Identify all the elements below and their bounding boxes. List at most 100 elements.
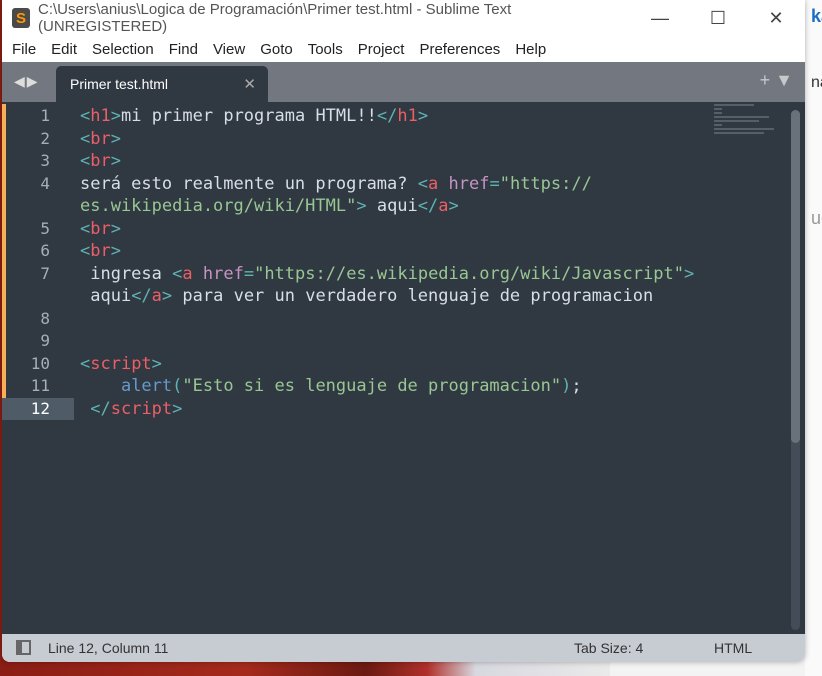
code-line[interactable]: 6 <br> xyxy=(2,240,694,263)
code-line[interactable]: 4 será esto realmente un programa? <a hre… xyxy=(2,173,694,196)
line-number: 2 xyxy=(40,128,50,148)
line-number: 3 xyxy=(40,151,50,170)
code-line[interactable]: 7 ingresa <a href="https://es.wikipedia.… xyxy=(2,263,694,286)
tab-close-icon[interactable]: ✕ xyxy=(243,75,256,93)
menu-view[interactable]: View xyxy=(213,41,245,58)
scrollbar-thumb[interactable] xyxy=(791,110,800,443)
code-line[interactable]: 2 <br> xyxy=(2,128,694,151)
new-tab-and-tab-list-icons[interactable]: + ▼ xyxy=(760,70,793,91)
code-token: para ver un verdadero lenguaje de progra… xyxy=(172,286,654,306)
code-line[interactable]: 8 xyxy=(2,308,694,331)
code-token: > xyxy=(356,196,367,216)
code-token: > xyxy=(110,151,121,171)
line-text: <br> xyxy=(74,218,121,241)
line-number xyxy=(2,195,74,218)
code-line[interactable]: es.wikipedia.org/wiki/HTML"> aqui</a> xyxy=(2,195,694,218)
line-text: ingresa <a href="https://es.wikipedia.or… xyxy=(74,263,694,286)
line-number: 6 xyxy=(40,241,50,260)
code-line[interactable]: 3 <br> xyxy=(2,150,694,173)
code-editor[interactable]: 1 <h1>mi primer programa HTML!!</h1> 2 <br>… xyxy=(2,102,805,634)
window-title: C:\Users\anius\Logica de Programación\Pr… xyxy=(38,1,512,35)
code-token: < xyxy=(80,353,91,374)
minimize-button[interactable]: — xyxy=(631,8,689,29)
line-text: aqui</a> para ver un verdadero lenguaje … xyxy=(74,285,653,308)
code-token: a xyxy=(428,173,439,194)
line-number: 7 xyxy=(40,263,50,283)
menu-selection[interactable]: Selection xyxy=(92,41,154,58)
code-token: href xyxy=(448,173,490,194)
menu-goto[interactable]: Goto xyxy=(260,41,293,58)
code-token: mi primer programa HTML!! xyxy=(120,106,377,126)
code-token: "Esto si es lenguaje de programacion" xyxy=(182,376,562,396)
code-token: "https:// xyxy=(499,173,592,194)
code-token: ; xyxy=(571,376,582,396)
line-text: <script> xyxy=(74,353,162,376)
code-token: ( xyxy=(172,376,183,396)
code-token: > xyxy=(110,218,121,239)
code-token: < xyxy=(80,128,91,149)
vertical-scrollbar[interactable] xyxy=(791,110,800,630)
menu-help[interactable]: Help xyxy=(515,41,546,58)
line-text: </script> xyxy=(74,398,182,421)
code-token: br xyxy=(90,151,111,171)
code-token: a xyxy=(438,196,449,216)
code-line[interactable]: 9 xyxy=(2,330,694,353)
code-token: aqui xyxy=(366,196,418,216)
code-line[interactable]: aqui</a> para ver un verdadero lenguaje … xyxy=(2,285,694,308)
line-number: 9 xyxy=(40,331,50,350)
code-line[interactable]: 10 <script> xyxy=(2,353,694,376)
code-token: </ xyxy=(131,286,152,306)
cursor-position: Line 12, Column 11 xyxy=(48,640,169,656)
menu-tools[interactable]: Tools xyxy=(308,41,343,58)
code-token: > xyxy=(161,286,173,306)
code-line[interactable]: 11 alert("Esto si es lenguaje de program… xyxy=(2,375,694,398)
syntax-selector[interactable]: HTML xyxy=(714,640,752,656)
menu-find[interactable]: Find xyxy=(169,41,198,58)
line-text: <br> xyxy=(74,150,121,173)
menu-edit[interactable]: Edit xyxy=(51,41,77,58)
line-text: será esto realmente un programa? <a href… xyxy=(74,173,592,196)
menu-file[interactable]: File xyxy=(12,41,36,58)
tab-label: Primer test.html xyxy=(70,76,169,92)
background-text: na xyxy=(811,74,822,91)
code-token: > xyxy=(110,106,121,126)
code-token: alert xyxy=(120,376,173,396)
line-number: 5 xyxy=(40,218,50,238)
code-token: = xyxy=(489,173,500,194)
tab-nav-arrows-icon[interactable]: ◀▶ xyxy=(14,73,40,90)
line-number: 12 xyxy=(2,397,74,420)
line-text xyxy=(74,330,80,353)
code-line[interactable]: 12 </script> xyxy=(2,397,694,421)
code-token: < xyxy=(80,241,91,261)
menu-bar: File Edit Selection Find View Goto Tools Projec… xyxy=(2,36,805,62)
maximize-button[interactable]: ☐ xyxy=(689,8,747,29)
sidebar-toggle-icon[interactable] xyxy=(16,640,31,655)
code-line[interactable]: 1 <h1>mi primer programa HTML!!</h1> xyxy=(2,105,694,128)
code-token: < xyxy=(80,106,91,126)
menu-preferences[interactable]: Preferences xyxy=(419,41,500,58)
code-token: script xyxy=(110,398,173,419)
menu-project[interactable]: Project xyxy=(358,41,405,58)
code-token: < xyxy=(80,218,91,239)
minimap[interactable] xyxy=(714,104,774,144)
line-number: 8 xyxy=(40,308,50,328)
code-token: a xyxy=(151,286,162,306)
tab-size-selector[interactable]: Tab Size: 4 xyxy=(574,640,643,656)
close-button[interactable]: ✕ xyxy=(747,8,805,29)
code-token: script xyxy=(90,353,152,374)
code-area[interactable]: 1 <h1>mi primer programa HTML!!</h1> 2 <br>… xyxy=(2,105,694,420)
code-token: = xyxy=(243,263,255,284)
code-line[interactable]: 5 <br> xyxy=(2,218,694,241)
code-token: a xyxy=(182,263,193,284)
code-token: es.wikipedia.org/wiki/HTML" xyxy=(80,196,357,216)
sublime-window: S C:\Users\anius\Logica de Programación\… xyxy=(2,0,805,662)
line-text xyxy=(74,308,80,331)
code-token: > xyxy=(151,353,162,374)
background-window: ka na uc xyxy=(805,0,822,676)
tab-primer-test[interactable]: Primer test.html ✕ xyxy=(56,66,268,102)
code-token: ingresa xyxy=(80,263,173,284)
line-number: 1 xyxy=(40,106,50,125)
